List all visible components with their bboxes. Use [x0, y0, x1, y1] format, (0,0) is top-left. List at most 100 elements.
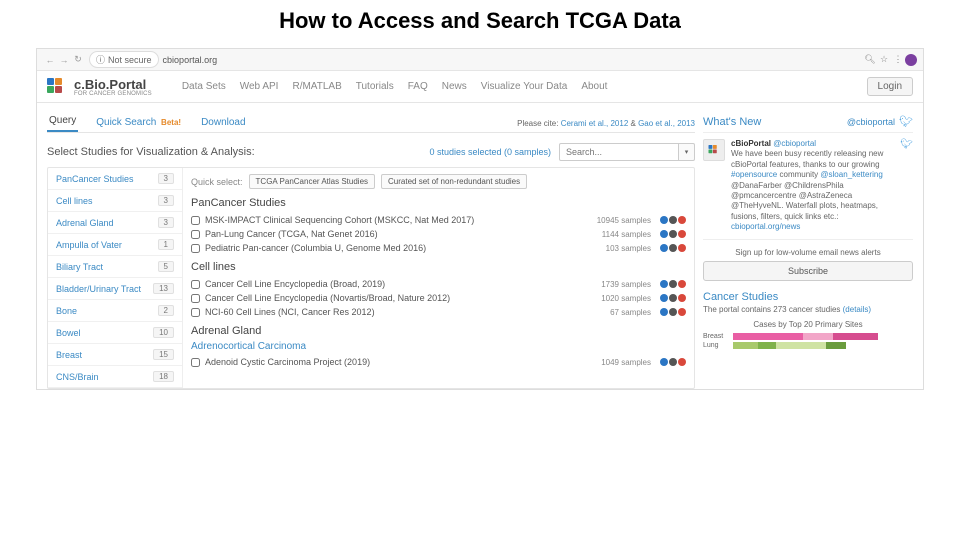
- star-icon[interactable]: ☆: [877, 54, 891, 65]
- twitter-icon[interactable]: 🐦︎: [899, 115, 913, 128]
- study-name[interactable]: Pediatric Pan-cancer (Columbia U, Genome…: [205, 243, 601, 253]
- chart-bar[interactable]: [733, 333, 878, 340]
- category-item[interactable]: PanCancer Studies3: [48, 168, 182, 190]
- link-icon[interactable]: [678, 244, 686, 252]
- tweet-hashtag[interactable]: #opensource: [731, 170, 777, 179]
- study-checkbox[interactable]: [191, 280, 200, 289]
- info-icon[interactable]: [660, 244, 668, 252]
- nav-visualize[interactable]: Visualize Your Data: [481, 81, 568, 92]
- study-checkbox[interactable]: [191, 244, 200, 253]
- category-item[interactable]: Bladder/Urinary Tract13: [48, 278, 182, 300]
- download-icon[interactable]: [669, 244, 677, 252]
- nav-faq[interactable]: FAQ: [408, 81, 428, 92]
- details-link[interactable]: (details): [843, 305, 871, 314]
- study-checkbox[interactable]: [191, 358, 200, 367]
- study-name[interactable]: Cancer Cell Line Encyclopedia (Broad, 20…: [205, 279, 596, 289]
- cite-link-1[interactable]: Cerami et al., 2012: [561, 119, 629, 128]
- tweet-handle[interactable]: @cbioportal: [773, 139, 816, 148]
- tweet-link[interactable]: cbioportal.org/news: [731, 222, 800, 231]
- link-icon[interactable]: [678, 230, 686, 238]
- tweet[interactable]: cBioPortal @cbioportal We have been busy…: [703, 133, 913, 240]
- study-checkbox[interactable]: [191, 216, 200, 225]
- study-name[interactable]: NCI-60 Cell Lines (NCI, Cancer Res 2012): [205, 307, 605, 317]
- nav-news[interactable]: News: [442, 81, 467, 92]
- chart-bar-segment: [833, 333, 878, 340]
- study-name[interactable]: Cancer Cell Line Encyclopedia (Novartis/…: [205, 293, 596, 303]
- menu-icon[interactable]: ⋮: [891, 54, 905, 65]
- chip-curated[interactable]: Curated set of non-redundant studies: [381, 174, 527, 189]
- subscribe-button[interactable]: Subscribe: [703, 261, 913, 281]
- info-icon[interactable]: [660, 280, 668, 288]
- tab-quick-search[interactable]: Quick Search Beta!: [94, 113, 183, 132]
- back-icon[interactable]: ←: [43, 55, 57, 65]
- nav-webapi[interactable]: Web API: [240, 81, 279, 92]
- download-icon[interactable]: [669, 280, 677, 288]
- nav-tutorials[interactable]: Tutorials: [356, 81, 394, 92]
- download-icon[interactable]: [669, 308, 677, 316]
- reload-icon[interactable]: ↻: [71, 54, 85, 65]
- info-icon[interactable]: [660, 358, 668, 366]
- info-icon: ⓘ: [96, 53, 105, 66]
- chart-bar-segment: [733, 333, 803, 340]
- study-name[interactable]: MSK-IMPACT Clinical Sequencing Cohort (M…: [205, 215, 592, 225]
- profile-avatar[interactable]: [905, 54, 917, 66]
- category-item[interactable]: Cell lines3: [48, 190, 182, 212]
- selection-info: 0 studies selected (0 samples): [429, 147, 551, 157]
- study-checkbox[interactable]: [191, 308, 200, 317]
- info-icon[interactable]: [660, 294, 668, 302]
- info-icon[interactable]: [660, 308, 668, 316]
- download-icon[interactable]: [669, 216, 677, 224]
- section-title: PanCancer Studies: [191, 197, 686, 209]
- category-item[interactable]: Biliary Tract5: [48, 256, 182, 278]
- study-row: MSK-IMPACT Clinical Sequencing Cohort (M…: [191, 213, 686, 227]
- category-list: PanCancer Studies3Cell lines3Adrenal Gla…: [48, 168, 183, 388]
- info-icon[interactable]: [660, 216, 668, 224]
- security-pill[interactable]: ⓘ Not secure: [89, 51, 159, 68]
- link-icon[interactable]: [678, 294, 686, 302]
- link-icon[interactable]: [678, 358, 686, 366]
- nav-rmatlab[interactable]: R/MATLAB: [292, 81, 341, 92]
- logo[interactable]: c.Bio.Portal FOR CANCER GENOMICS: [47, 77, 152, 97]
- category-name: PanCancer Studies: [56, 174, 134, 184]
- category-count: 5: [158, 261, 174, 272]
- chart-bar[interactable]: [733, 342, 846, 349]
- chip-tcga-atlas[interactable]: TCGA PanCancer Atlas Studies: [249, 174, 376, 189]
- whats-new-header: What's New @cbioportal 🐦︎: [703, 111, 913, 133]
- category-item[interactable]: Ampulla of Vater1: [48, 234, 182, 256]
- study-name[interactable]: Pan-Lung Cancer (TCGA, Nat Genet 2016): [205, 229, 597, 239]
- category-item[interactable]: Bone2: [48, 300, 182, 322]
- tweet-mention[interactable]: @sloan_kettering: [820, 170, 882, 179]
- tab-query[interactable]: Query: [47, 111, 78, 132]
- nav-datasets[interactable]: Data Sets: [182, 81, 226, 92]
- forward-icon[interactable]: →: [57, 55, 71, 65]
- whats-new-handle[interactable]: @cbioportal: [847, 117, 895, 127]
- search-input[interactable]: [559, 143, 679, 161]
- search-dropdown[interactable]: ▾: [679, 143, 695, 161]
- nav-about[interactable]: About: [581, 81, 607, 92]
- category-item[interactable]: Breast15: [48, 344, 182, 366]
- study-checkbox[interactable]: [191, 230, 200, 239]
- info-icon[interactable]: [660, 230, 668, 238]
- chart-bar-segment: [758, 342, 776, 349]
- link-icon[interactable]: [678, 216, 686, 224]
- study-icons: [660, 244, 686, 252]
- category-item[interactable]: CNS/Brain18: [48, 366, 182, 388]
- login-button[interactable]: Login: [867, 77, 913, 96]
- chart-title: Cases by Top 20 Primary Sites: [703, 320, 913, 329]
- download-icon[interactable]: [669, 294, 677, 302]
- cancer-studies-sub: The portal contains 273 cancer studies (…: [703, 305, 913, 314]
- cite-link-2[interactable]: Gao et al., 2013: [638, 119, 695, 128]
- study-name[interactable]: Adenoid Cystic Carcinoma Project (2019): [205, 357, 596, 367]
- link-icon[interactable]: [678, 280, 686, 288]
- zoom-icon[interactable]: 🔍︎: [863, 54, 877, 65]
- link-icon[interactable]: [678, 308, 686, 316]
- download-icon[interactable]: [669, 358, 677, 366]
- study-checkbox[interactable]: [191, 294, 200, 303]
- download-icon[interactable]: [669, 230, 677, 238]
- category-count: 1: [158, 239, 174, 250]
- category-count: 13: [153, 283, 174, 294]
- category-item[interactable]: Adrenal Gland3: [48, 212, 182, 234]
- tab-download[interactable]: Download: [199, 113, 247, 132]
- url-text[interactable]: cbioportal.org: [163, 55, 218, 65]
- category-item[interactable]: Bowel10: [48, 322, 182, 344]
